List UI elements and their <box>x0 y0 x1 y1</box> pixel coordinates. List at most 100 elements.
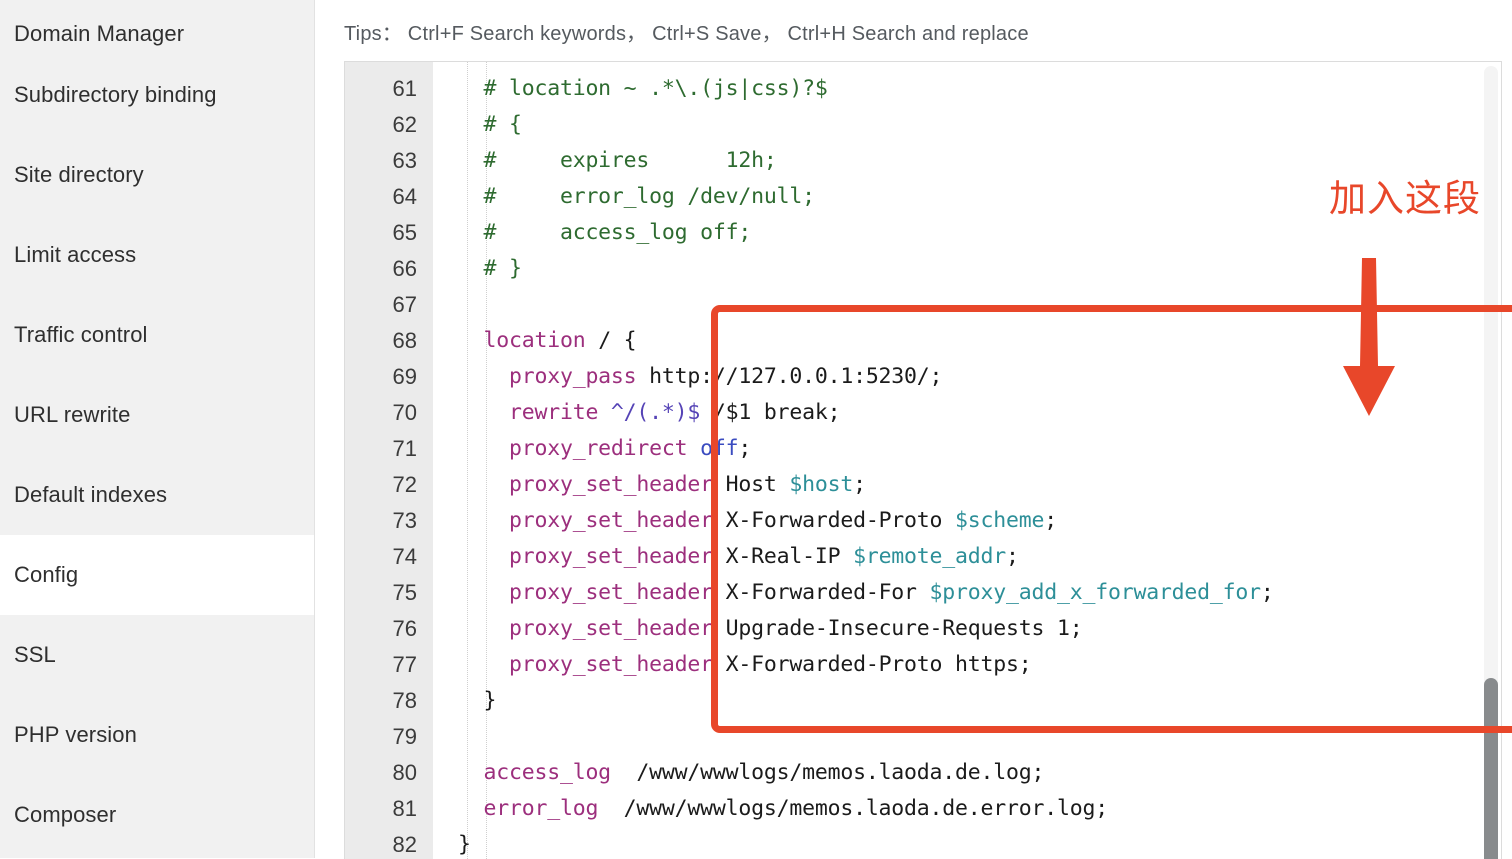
code-token: error_log <box>458 796 598 821</box>
line-number: 82 <box>345 827 433 859</box>
line-content[interactable]: rewrite ^/(.*)$ /$1 break; <box>433 395 840 431</box>
sidebar-item-php-version[interactable]: PHP version <box>0 695 314 775</box>
code-line[interactable]: 66 # } <box>345 251 1501 287</box>
code-token: # { <box>458 112 522 137</box>
code-token: # access_log off; <box>458 220 751 245</box>
line-content[interactable]: # expires 12h; <box>433 143 777 179</box>
sidebar-item-ssl[interactable]: SSL <box>0 615 314 695</box>
line-content[interactable]: error_log /www/wwwlogs/memos.laoda.de.er… <box>433 791 1108 827</box>
sidebar-item-site-directory[interactable]: Site directory <box>0 135 314 215</box>
code-token: X-Forwarded-For <box>713 580 930 605</box>
sidebar-item-domain-manager[interactable]: Domain Manager <box>0 0 314 55</box>
line-content[interactable]: } <box>433 683 496 719</box>
code-token: proxy_redirect <box>458 436 687 461</box>
code-token: proxy_set_header <box>458 616 713 641</box>
line-number: 75 <box>345 575 433 611</box>
code-token: $proxy_add_x_forwarded_for <box>930 580 1261 605</box>
line-content[interactable]: proxy_set_header Host $host; <box>433 467 866 503</box>
sidebar-item-label: Subdirectory binding <box>14 82 217 108</box>
code-line[interactable]: 63 # expires 12h; <box>345 143 1501 179</box>
line-content[interactable] <box>433 287 458 323</box>
line-content[interactable]: # access_log off; <box>433 215 751 251</box>
code-line[interactable]: 80 access_log /www/wwwlogs/memos.laoda.d… <box>345 755 1501 791</box>
line-content[interactable]: # } <box>433 251 522 287</box>
code-token: X-Real-IP <box>713 544 853 569</box>
code-line[interactable]: 68 location / { <box>345 323 1501 359</box>
line-number: 80 <box>345 755 433 791</box>
line-content[interactable]: } <box>433 827 471 859</box>
code-line[interactable]: 67 <box>345 287 1501 323</box>
sidebar-item-label: Default indexes <box>14 482 167 508</box>
code-token: ; <box>1261 580 1274 605</box>
sidebar-item-composer[interactable]: Composer <box>0 775 314 855</box>
sidebar-item-default-indexes[interactable]: Default indexes <box>0 455 314 535</box>
code-line[interactable]: 61 # location ~ .*\.(js|css)?$ <box>345 71 1501 107</box>
sidebar-item-label: URL rewrite <box>14 402 130 428</box>
line-content[interactable]: proxy_set_header X-Forwarded-Proto $sche… <box>433 503 1057 539</box>
line-number: 66 <box>345 251 433 287</box>
code-line[interactable]: 77 proxy_set_header X-Forwarded-Proto ht… <box>345 647 1501 683</box>
code-token: access_log <box>458 760 611 785</box>
line-content[interactable]: # { <box>433 107 522 143</box>
line-content[interactable] <box>433 719 458 755</box>
line-number: 78 <box>345 683 433 719</box>
line-number: 76 <box>345 611 433 647</box>
code-token: # expires 12h; <box>458 148 777 173</box>
sidebar-item-subdirectory-binding[interactable]: Subdirectory binding <box>0 55 314 135</box>
code-token: ; <box>853 472 866 497</box>
code-line[interactable]: 62 # { <box>345 107 1501 143</box>
line-content[interactable]: proxy_set_header X-Forwarded-Proto https… <box>433 647 1032 683</box>
vertical-scrollbar-thumb[interactable] <box>1484 678 1498 859</box>
code-token: Upgrade-Insecure-Requests 1; <box>713 616 1083 641</box>
code-token: /www/wwwlogs/memos.laoda.de.log; <box>611 760 1044 785</box>
code-line[interactable]: 69 proxy_pass http://127.0.0.1:5230/; <box>345 359 1501 395</box>
code-line[interactable]: 64 # error_log /dev/null; <box>345 179 1501 215</box>
code-line[interactable]: 79 <box>345 719 1501 755</box>
code-line[interactable]: 82} <box>345 827 1501 859</box>
code-token: proxy_pass <box>458 364 636 389</box>
code-lines[interactable]: 61 # location ~ .*\.(js|css)?$62 # {63 #… <box>345 71 1501 859</box>
code-line[interactable]: 70 rewrite ^/(.*)$ /$1 break; <box>345 395 1501 431</box>
line-number: 71 <box>345 431 433 467</box>
code-token: X-Forwarded-Proto <box>713 508 955 533</box>
sidebar-item-config[interactable]: Config <box>0 535 314 615</box>
code-line[interactable]: 76 proxy_set_header Upgrade-Insecure-Req… <box>345 611 1501 647</box>
code-line[interactable]: 65 # access_log off; <box>345 215 1501 251</box>
code-token: off <box>687 436 738 461</box>
line-content[interactable]: proxy_pass http://127.0.0.1:5230/; <box>433 359 942 395</box>
code-token: proxy_set_header <box>458 544 713 569</box>
code-line[interactable]: 71 proxy_redirect off; <box>345 431 1501 467</box>
line-number: 62 <box>345 107 433 143</box>
code-token: Host <box>713 472 789 497</box>
line-content[interactable]: proxy_redirect off; <box>433 431 751 467</box>
code-token: rewrite <box>458 400 598 425</box>
line-content[interactable]: # location ~ .*\.(js|css)?$ <box>433 71 828 107</box>
sidebar-item-url-rewrite[interactable]: URL rewrite <box>0 375 314 455</box>
line-number: 70 <box>345 395 433 431</box>
line-content[interactable]: access_log /www/wwwlogs/memos.laoda.de.l… <box>433 755 1044 791</box>
code-line[interactable]: 78 } <box>345 683 1501 719</box>
line-content[interactable]: proxy_set_header Upgrade-Insecure-Reques… <box>433 611 1082 647</box>
sidebar-item-label: Site directory <box>14 162 144 188</box>
line-number: 79 <box>345 719 433 755</box>
code-line[interactable]: 74 proxy_set_header X-Real-IP $remote_ad… <box>345 539 1501 575</box>
line-number: 77 <box>345 647 433 683</box>
code-token: # location ~ .*\.(js|css)?$ <box>458 76 828 101</box>
sidebar-item-traffic-control[interactable]: Traffic control <box>0 295 314 375</box>
line-content[interactable]: location / { <box>433 323 636 359</box>
code-token: } <box>458 688 496 713</box>
code-line[interactable]: 75 proxy_set_header X-Forwarded-For $pro… <box>345 575 1501 611</box>
code-token: ; <box>738 436 751 461</box>
line-content[interactable]: proxy_set_header X-Real-IP $remote_addr; <box>433 539 1019 575</box>
code-line[interactable]: 73 proxy_set_header X-Forwarded-Proto $s… <box>345 503 1501 539</box>
line-content[interactable]: # error_log /dev/null; <box>433 179 815 215</box>
line-number: 67 <box>345 287 433 323</box>
code-line[interactable]: 72 proxy_set_header Host $host; <box>345 467 1501 503</box>
sidebar-item-limit-access[interactable]: Limit access <box>0 215 314 295</box>
annotation-label: 加入这段 <box>1329 168 1481 222</box>
code-token: location <box>458 328 585 353</box>
line-number: 74 <box>345 539 433 575</box>
line-content[interactable]: proxy_set_header X-Forwarded-For $proxy_… <box>433 575 1274 611</box>
code-token: /$1 break; <box>700 400 840 425</box>
code-line[interactable]: 81 error_log /www/wwwlogs/memos.laoda.de… <box>345 791 1501 827</box>
